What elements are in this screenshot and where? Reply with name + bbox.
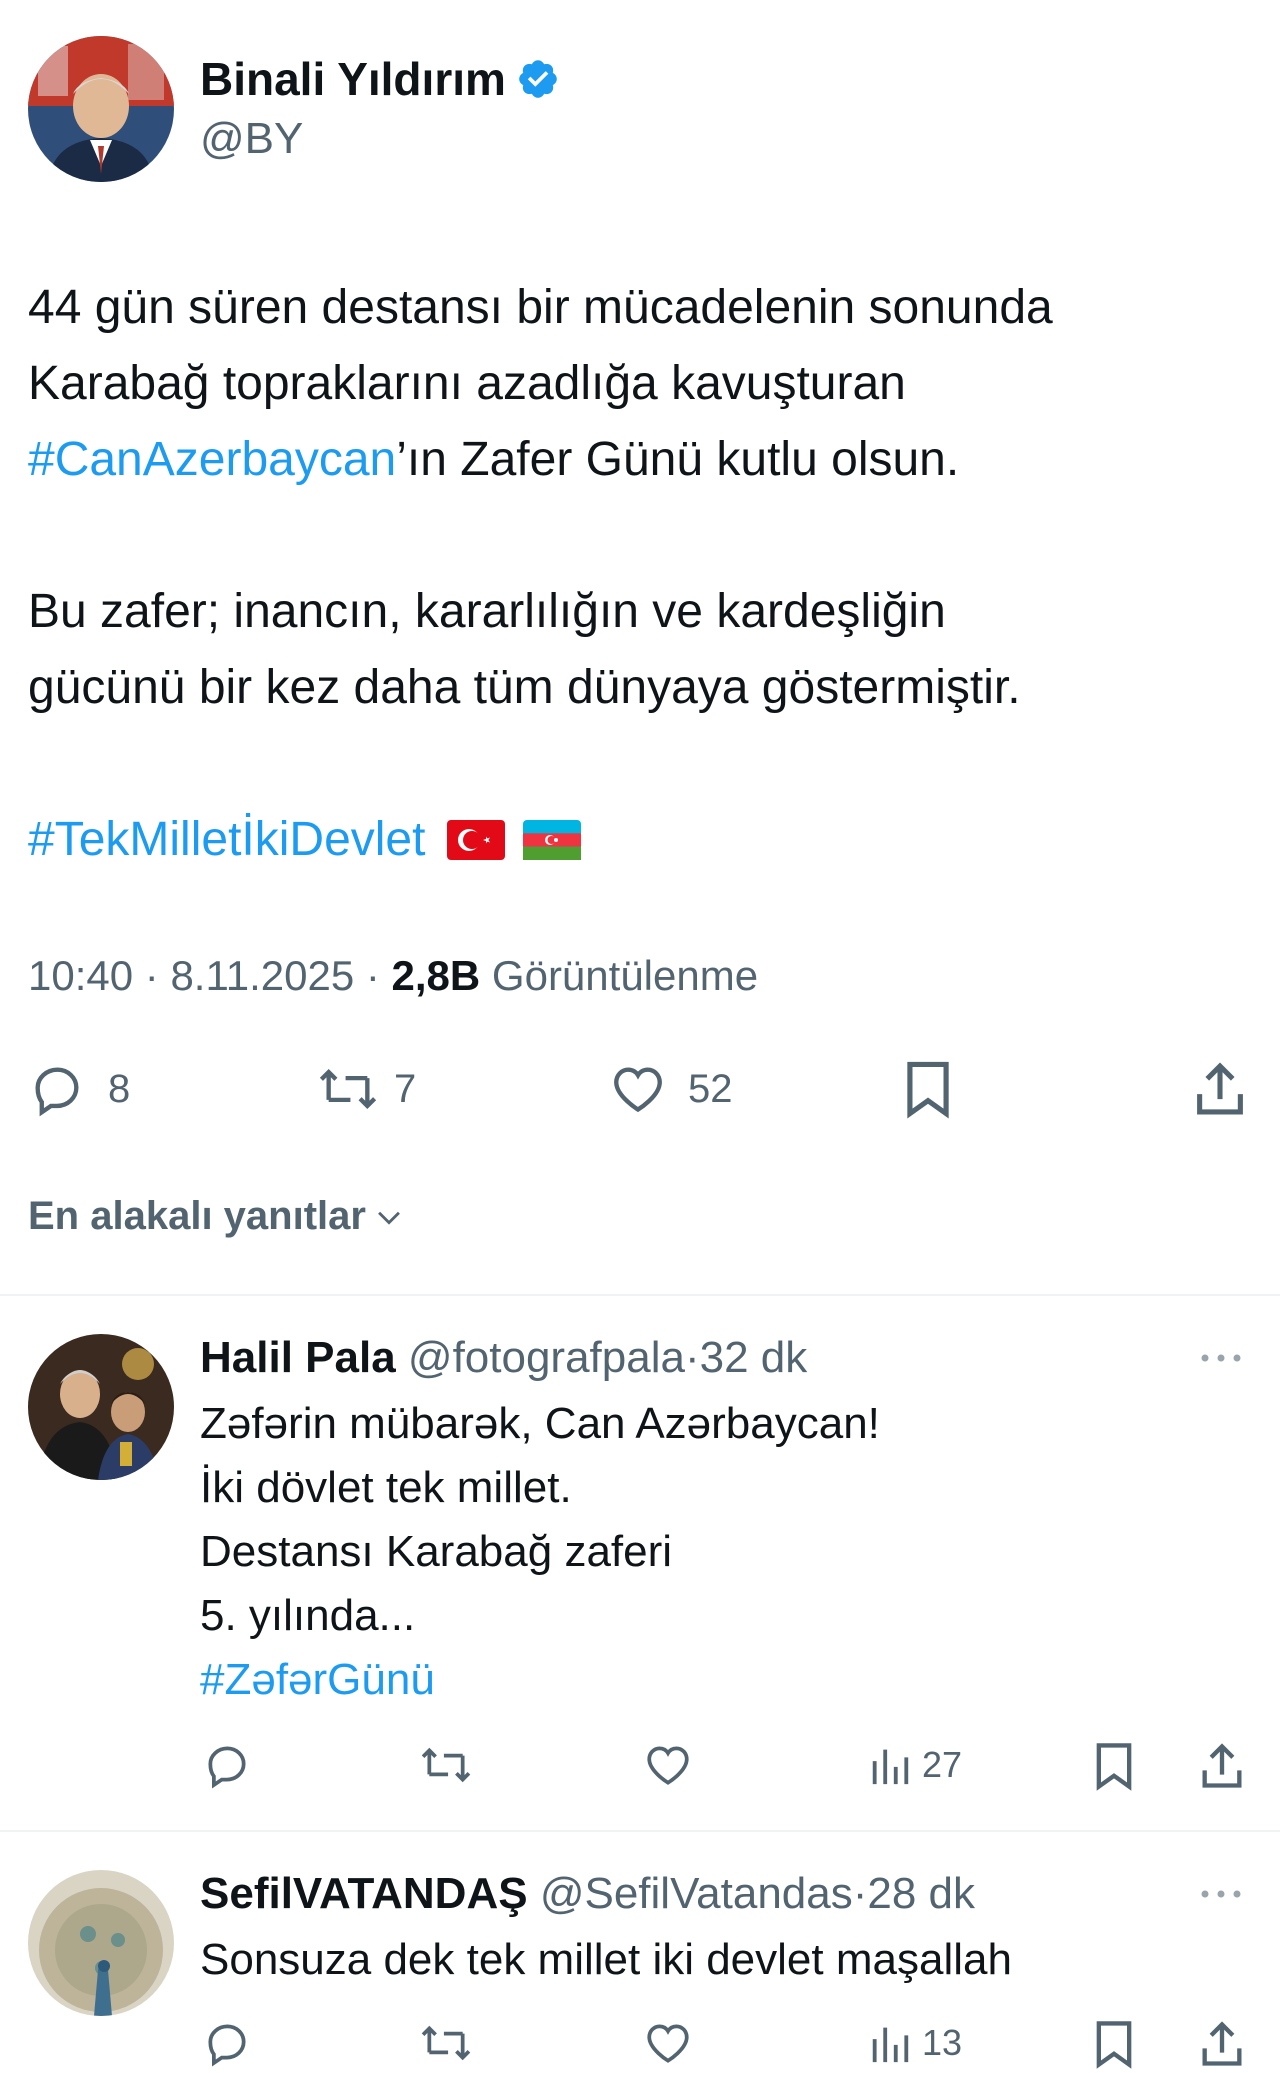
tweet-time[interactable]: 10:40 [28, 952, 133, 999]
reply-author-name[interactable]: SefilVATANDAŞ [200, 1869, 528, 1918]
share-icon [1192, 1058, 1248, 1120]
replies-sort-label: En alakalı yanıtlar [28, 1194, 366, 1238]
bookmark-button[interactable] [902, 1058, 954, 1120]
bookmark-button[interactable] [1092, 1740, 1136, 1792]
more-options-icon[interactable] [1198, 1346, 1244, 1370]
retweet-count: 7 [394, 1066, 417, 1111]
reply-time[interactable]: 28 dk [867, 1869, 975, 1918]
reply-line: 5. yılında... [200, 1591, 416, 1640]
meta-separator: · [144, 952, 159, 999]
share-button[interactable] [1192, 1058, 1248, 1120]
reply-text: Sonsuza dek tek millet iki devlet maşall… [200, 1928, 1012, 1992]
share-icon [1198, 2018, 1246, 2070]
author-name[interactable]: Binali Yıldırım [200, 52, 506, 106]
reply-icon [202, 2018, 252, 2068]
turkey-flag-icon [447, 820, 506, 860]
verified-badge-icon [516, 57, 560, 101]
like-count: 52 [688, 1066, 733, 1111]
heart-icon [642, 2018, 694, 2068]
reply-button[interactable] [202, 1740, 252, 1790]
analytics-icon [868, 2020, 912, 2066]
share-button[interactable] [1198, 1740, 1246, 1792]
hashtag-link[interactable]: #TekMilletİkiDevlet [28, 802, 425, 878]
views-button[interactable]: 27 [868, 1742, 962, 1788]
author-handle[interactable]: @BY [200, 114, 303, 164]
views-label: Görüntülenme [491, 952, 759, 999]
author-avatar[interactable] [28, 36, 174, 182]
tweet-line: Bu zafer; inancın, kararlılığın ve karde… [28, 585, 946, 638]
reply-button[interactable] [202, 2018, 252, 2068]
reply-avatar[interactable] [28, 1870, 174, 2016]
tweet-line: Karabağ topraklarını azadlığa kavuşturan [28, 357, 906, 410]
share-button[interactable] [1198, 2018, 1246, 2070]
reply-icon [28, 1060, 86, 1118]
meta-separator: · [852, 1869, 868, 1918]
tweet-line: 44 gün süren destansı bir mücadelenin so… [28, 281, 1053, 334]
reply-line: Destansı Karabağ zaferi [200, 1527, 673, 1576]
analytics-icon [868, 1742, 912, 1788]
meta-separator: · [365, 952, 380, 999]
like-button[interactable]: 52 [608, 1060, 733, 1118]
reply-count: 8 [108, 1066, 131, 1111]
reply-line: Zəfərin mübarək, Can Azərbaycan! [200, 1399, 880, 1448]
meta-separator: · [684, 1333, 700, 1382]
share-icon [1198, 1740, 1246, 1792]
azerbaijan-flag-icon [523, 820, 582, 860]
retweet-icon [418, 1740, 474, 1790]
reply-button[interactable]: 8 [28, 1060, 130, 1118]
retweet-button[interactable]: 7 [316, 1060, 416, 1118]
heart-icon [642, 1740, 694, 1790]
hashtag-link[interactable]: #ZəfərGünü [200, 1648, 880, 1712]
more-options-icon[interactable] [1198, 1882, 1244, 1906]
heart-icon [608, 1060, 668, 1118]
divider [0, 1294, 1280, 1296]
chevron-down-icon [372, 1200, 406, 1234]
reply-avatar[interactable] [28, 1334, 174, 1480]
like-button[interactable] [642, 1740, 694, 1790]
retweet-icon [316, 1060, 380, 1118]
hashtag-link[interactable]: #CanAzerbaycan [28, 433, 396, 486]
reply-author-name[interactable]: Halil Pala [200, 1333, 396, 1382]
tweet-meta: 10:40 · 8.11.2025 · 2,8B Görüntülenme [28, 952, 758, 1000]
bookmark-icon [902, 1058, 954, 1120]
replies-sort-dropdown[interactable]: En alakalı yanıtlar [28, 1194, 406, 1239]
reply-text: Zəfərin mübarək, Can Azərbaycan! İki döv… [200, 1392, 880, 1712]
tweet-date[interactable]: 8.11.2025 [170, 952, 354, 999]
tweet-line: gücünü bir kez daha tüm dünyaya göstermi… [28, 661, 1021, 714]
divider [0, 1830, 1280, 1832]
tweet-line-tail: ’ın Zafer Günü kutlu olsun. [396, 433, 960, 486]
views-count: 27 [922, 1744, 963, 1785]
bookmark-button[interactable] [1092, 2018, 1136, 2070]
views-count: 2,8B [391, 952, 481, 999]
reply-author-handle[interactable]: @SefilVatandas [540, 1869, 853, 1918]
retweet-icon [418, 2018, 474, 2068]
retweet-button[interactable] [418, 2018, 474, 2068]
reply-time[interactable]: 32 dk [700, 1333, 808, 1382]
reply-icon [202, 1740, 252, 1790]
views-button[interactable]: 13 [868, 2020, 962, 2066]
tweet-text: 44 gün süren destansı bir mücadelenin so… [28, 270, 1258, 878]
bookmark-icon [1092, 1740, 1136, 1792]
retweet-button[interactable] [418, 1740, 474, 1790]
views-count: 13 [922, 2022, 963, 2063]
reply-line: İki dövlet tek millet. [200, 1463, 572, 1512]
reply-line: Sonsuza dek tek millet iki devlet maşall… [200, 1935, 1012, 1984]
bookmark-icon [1092, 2018, 1136, 2070]
like-button[interactable] [642, 2018, 694, 2068]
reply-author-handle[interactable]: @fotografpala [408, 1333, 685, 1382]
